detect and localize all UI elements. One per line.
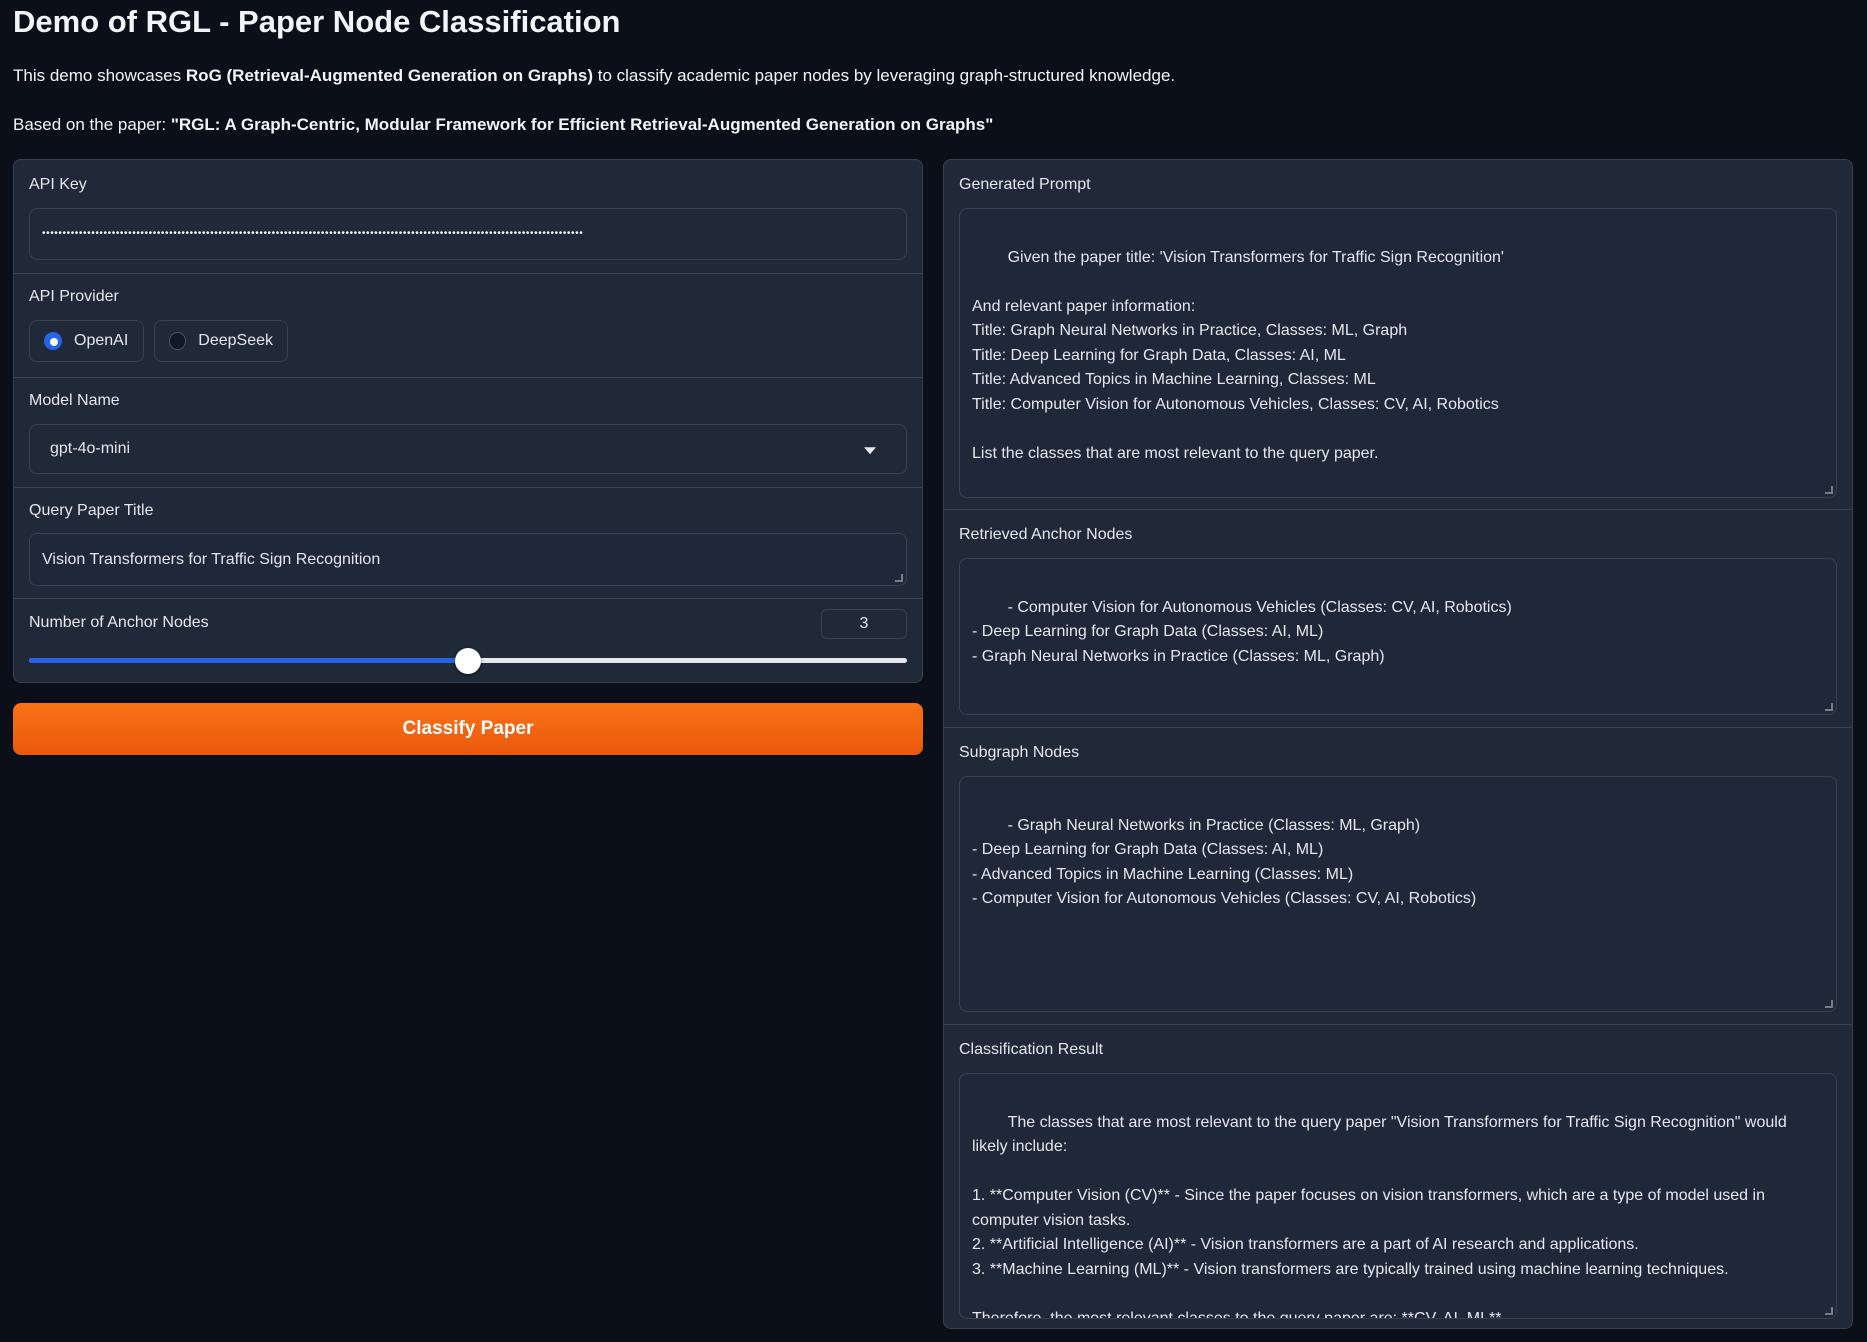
resize-handle-icon[interactable] <box>895 574 903 582</box>
paper-reference: Based on the paper: "RGL: A Graph-Centri… <box>13 115 994 134</box>
subgraph-nodes-block: Subgraph Nodes - Graph Neural Networks i… <box>944 728 1852 1025</box>
model-select[interactable]: gpt-4o-mini <box>29 424 907 474</box>
api-key-masked-value: ••••••••••••••••••••••••••••••••••••••••… <box>42 228 584 239</box>
anchor-nodes-output-block: Retrieved Anchor Nodes - Computer Vision… <box>944 510 1852 728</box>
provider-option-openai[interactable]: OpenAI <box>29 320 144 362</box>
generated-prompt-textarea[interactable]: Given the paper title: 'Vision Transform… <box>959 208 1837 498</box>
classification-result-text: The classes that are most relevant to th… <box>972 1113 1787 1319</box>
api-key-input[interactable]: ••••••••••••••••••••••••••••••••••••••••… <box>29 208 907 260</box>
radio-selected-icon[interactable] <box>44 332 62 350</box>
anchor-nodes-number-input[interactable]: 3 <box>821 609 907 639</box>
subgraph-nodes-text: - Graph Neural Networks in Practice (Cla… <box>972 816 1477 908</box>
subgraph-nodes-textarea[interactable]: - Graph Neural Networks in Practice (Cla… <box>959 776 1837 1012</box>
provider-option-label: DeepSeek <box>198 332 273 349</box>
model-select-value: gpt-4o-mini <box>50 440 131 457</box>
description: This demo showcases RoG (Retrieval-Augme… <box>13 66 1176 85</box>
model-name-block: Model Name gpt-4o-mini <box>14 378 922 488</box>
query-title-label: Query Paper Title <box>29 502 154 519</box>
slider-thumb[interactable] <box>455 648 481 674</box>
resize-handle-icon[interactable] <box>1825 486 1833 494</box>
classification-result-block: Classification Result The classes that a… <box>944 1025 1852 1328</box>
generated-prompt-block: Generated Prompt Given the paper title: … <box>944 160 1852 510</box>
resize-handle-icon[interactable] <box>1825 1307 1833 1315</box>
anchor-nodes-block: Number of Anchor Nodes 3 <box>14 599 922 682</box>
page-title: Demo of RGL - Paper Node Classification <box>13 4 621 39</box>
chevron-down-icon[interactable] <box>864 447 876 455</box>
api-provider-label: API Provider <box>29 288 119 305</box>
classification-result-label: Classification Result <box>959 1041 1104 1058</box>
anchor-nodes-output-label: Retrieved Anchor Nodes <box>959 526 1133 543</box>
classify-paper-button[interactable]: Classify Paper <box>13 703 923 755</box>
provider-option-deepseek[interactable]: DeepSeek <box>154 320 288 362</box>
query-title-block: Query Paper Title Vision Transformers fo… <box>14 488 922 599</box>
api-key-block: API Key ••••••••••••••••••••••••••••••••… <box>14 160 922 274</box>
resize-handle-icon[interactable] <box>1825 1000 1833 1008</box>
api-provider-block: API Provider OpenAI DeepSeek <box>14 274 922 378</box>
slider-fill <box>29 658 468 663</box>
subgraph-nodes-label: Subgraph Nodes <box>959 744 1080 761</box>
api-key-label: API Key <box>29 176 87 193</box>
resize-handle-icon[interactable] <box>1825 703 1833 711</box>
query-title-value: Vision Transformers for Traffic Sign Rec… <box>42 550 381 568</box>
generated-prompt-text: Given the paper title: 'Vision Transform… <box>972 248 1504 462</box>
anchor-nodes-label: Number of Anchor Nodes <box>29 614 209 631</box>
anchor-nodes-text: - Computer Vision for Autonomous Vehicle… <box>972 598 1512 665</box>
output-panel: Generated Prompt Given the paper title: … <box>943 159 1853 1329</box>
anchor-nodes-textarea[interactable]: - Computer Vision for Autonomous Vehicle… <box>959 558 1837 715</box>
generated-prompt-label: Generated Prompt <box>959 176 1091 193</box>
input-panel: API Key ••••••••••••••••••••••••••••••••… <box>13 159 923 683</box>
anchor-nodes-slider[interactable] <box>29 648 907 674</box>
classification-result-textarea[interactable]: The classes that are most relevant to th… <box>959 1073 1837 1319</box>
app-page: Demo of RGL - Paper Node Classification … <box>0 0 1867 1342</box>
radio-unselected-icon[interactable] <box>169 332 187 350</box>
query-title-input[interactable]: Vision Transformers for Traffic Sign Rec… <box>29 533 907 586</box>
provider-option-label: OpenAI <box>74 332 129 349</box>
model-name-label: Model Name <box>29 392 120 409</box>
